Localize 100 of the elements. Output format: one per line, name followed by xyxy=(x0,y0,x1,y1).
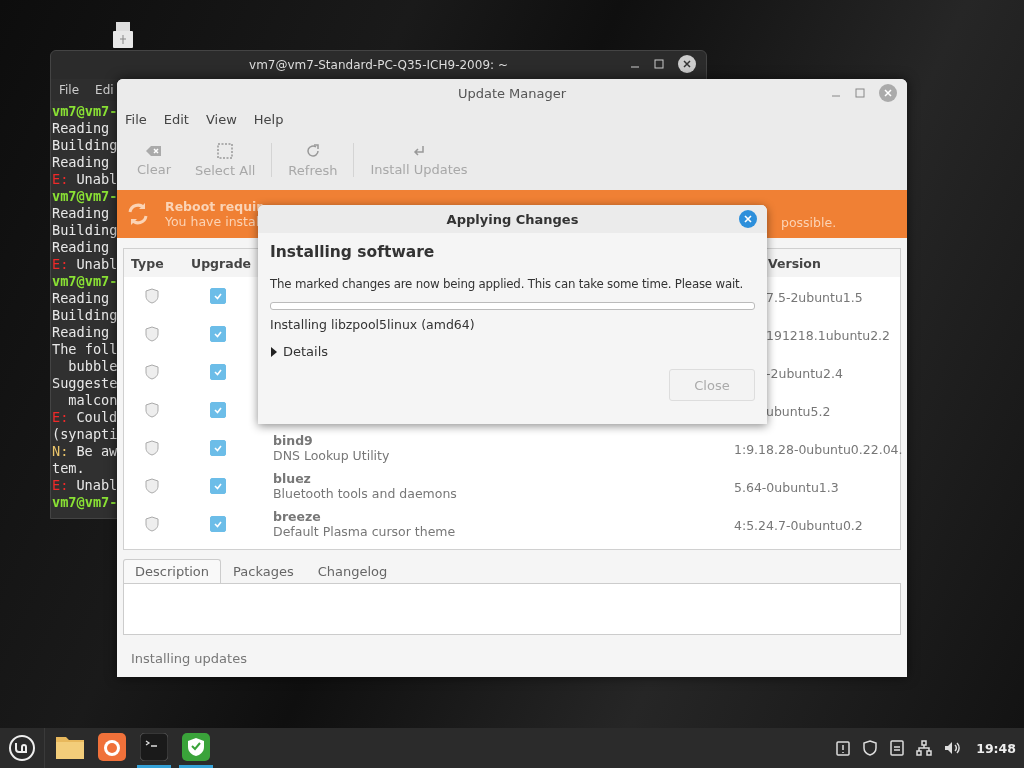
close-icon[interactable] xyxy=(678,55,696,73)
progress-text: Installing libzpool5linux (amd64) xyxy=(270,317,476,332)
shield-icon xyxy=(182,732,210,761)
terminal-line: Building xyxy=(52,307,118,323)
package-name: bind9 xyxy=(273,433,314,448)
terminal-prefix: E: xyxy=(52,409,69,426)
terminal-prefix: E: xyxy=(52,477,69,494)
banner-message: possible. xyxy=(781,215,837,230)
clipboard-icon[interactable] xyxy=(890,740,905,756)
tab[interactable]: Changelog xyxy=(305,559,400,584)
shield-icon xyxy=(145,440,159,456)
terminal-line: Reading xyxy=(52,205,111,221)
terminal-line: malcon xyxy=(67,392,118,408)
terminal-prompt: vm7@vm7- xyxy=(52,188,118,204)
checkmark-icon xyxy=(213,291,223,301)
package-version: 1:9.18.28-0ubuntu0.22.04. xyxy=(734,441,903,457)
terminal-line: Reading xyxy=(52,154,111,170)
dialog-heading: Installing software xyxy=(270,243,436,261)
terminal-prefix: E: xyxy=(52,171,69,188)
shield-icon[interactable] xyxy=(862,740,879,756)
terminal-line: The foll xyxy=(52,341,118,357)
checkbox[interactable] xyxy=(210,402,226,418)
window-title: Update Manager xyxy=(457,85,567,101)
terminal-line: Unabl xyxy=(76,171,118,188)
volume-icon[interactable] xyxy=(944,740,963,756)
network-icon[interactable] xyxy=(916,740,933,756)
checkbox[interactable] xyxy=(210,516,226,532)
checkmark-icon xyxy=(213,443,223,453)
package-version: -2ubuntu2.4 xyxy=(765,365,843,381)
shield-icon xyxy=(145,478,159,494)
shield-icon xyxy=(145,288,159,304)
terminal-line: Unabl xyxy=(76,256,118,273)
column-header: Type xyxy=(130,255,165,271)
checkbox[interactable] xyxy=(210,326,226,342)
clear-icon xyxy=(145,143,163,159)
package-version: 7.5-2ubuntu1.5 xyxy=(765,289,863,305)
clock[interactable]: 19:48 xyxy=(976,740,1016,756)
terminal-line: Building xyxy=(52,222,118,238)
menu-item[interactable]: View xyxy=(205,112,237,127)
terminal-prefix: N: xyxy=(52,443,69,460)
checkmark-icon xyxy=(213,367,223,377)
tab[interactable]: Description xyxy=(123,559,222,584)
terminal-line: Could xyxy=(76,409,118,426)
package-name: breeze xyxy=(273,509,322,524)
shield-icon xyxy=(145,516,159,532)
package-version: 191218.1ubuntu2.2 xyxy=(765,327,891,343)
dialog-message: The marked changes are now being applied. This can take some time. Please wait. xyxy=(270,277,743,291)
menu-item[interactable]: Help xyxy=(253,112,284,127)
terminal-line: Building xyxy=(52,137,118,153)
menu-item[interactable]: File xyxy=(125,112,147,127)
shield-icon xyxy=(145,326,159,342)
terminal-line: Reading xyxy=(52,324,111,340)
terminal-prompt: vm7@vm7- xyxy=(52,273,118,289)
checkbox[interactable] xyxy=(210,440,226,456)
dialog-title: Applying Changes xyxy=(446,211,579,227)
window-title: vm7@vm7-Standard-PC-Q35-ICH9-2009: ~ xyxy=(249,58,508,72)
terminal-line: Be aw xyxy=(76,443,118,460)
checkmark-icon xyxy=(213,405,223,415)
terminal-line: (synapti xyxy=(52,426,118,442)
triangle-icon xyxy=(270,346,278,357)
package-version: ubuntu5.2 xyxy=(765,403,831,419)
terminal-icon xyxy=(140,732,168,761)
banner-message: You have instal xyxy=(165,214,261,229)
terminal-line: Unabl xyxy=(76,477,118,494)
terminal-line: Reading xyxy=(52,290,111,306)
select-all-icon xyxy=(216,142,235,160)
package-name: bluez xyxy=(273,471,312,486)
update-icon[interactable] xyxy=(836,740,851,756)
checkbox[interactable] xyxy=(210,478,226,494)
package-version: 4:5.24.7-0ubuntu0.2 xyxy=(734,517,863,533)
checkbox[interactable] xyxy=(210,364,226,380)
terminal-line: Reading xyxy=(52,120,111,136)
details-expander[interactable]: Details xyxy=(270,344,329,359)
package-description: Default Plasma cursor theme xyxy=(273,524,457,539)
maximize-icon[interactable] xyxy=(654,59,664,69)
menu-item[interactable]: File xyxy=(59,83,80,97)
terminal-prompt: vm7@vm7- xyxy=(52,494,118,510)
checkmark-icon xyxy=(213,329,223,339)
checkmark-icon xyxy=(213,481,223,491)
package-version: 5.64-0ubuntu1.3 xyxy=(734,479,839,495)
column-header: Upgrade xyxy=(190,255,253,271)
menu-item[interactable]: Edi xyxy=(95,83,114,97)
checkmark-icon xyxy=(213,519,223,529)
checkbox[interactable] xyxy=(210,288,226,304)
shield-icon xyxy=(145,364,159,380)
package-description: Bluetooth tools and daemons xyxy=(273,486,458,501)
banner-title: Reboot requir xyxy=(165,199,263,214)
status-text: Installing updates xyxy=(131,651,248,666)
terminal-prompt: vm7@vm7- xyxy=(52,103,118,119)
terminal-line: Suggeste xyxy=(52,375,118,391)
column-header: Version xyxy=(767,255,822,271)
package-description: DNS Lookup Utility xyxy=(273,448,391,463)
menu-item[interactable]: Edit xyxy=(163,112,189,127)
menu-logo-icon[interactable] xyxy=(8,734,36,762)
terminal-prefix: E: xyxy=(52,256,69,273)
terminal-line: Reading xyxy=(52,239,111,255)
terminal-line: tem. xyxy=(52,460,85,476)
tab[interactable]: Packages xyxy=(221,559,306,584)
terminal-line: bubble xyxy=(67,358,118,374)
usb-drive-icon xyxy=(112,21,134,49)
